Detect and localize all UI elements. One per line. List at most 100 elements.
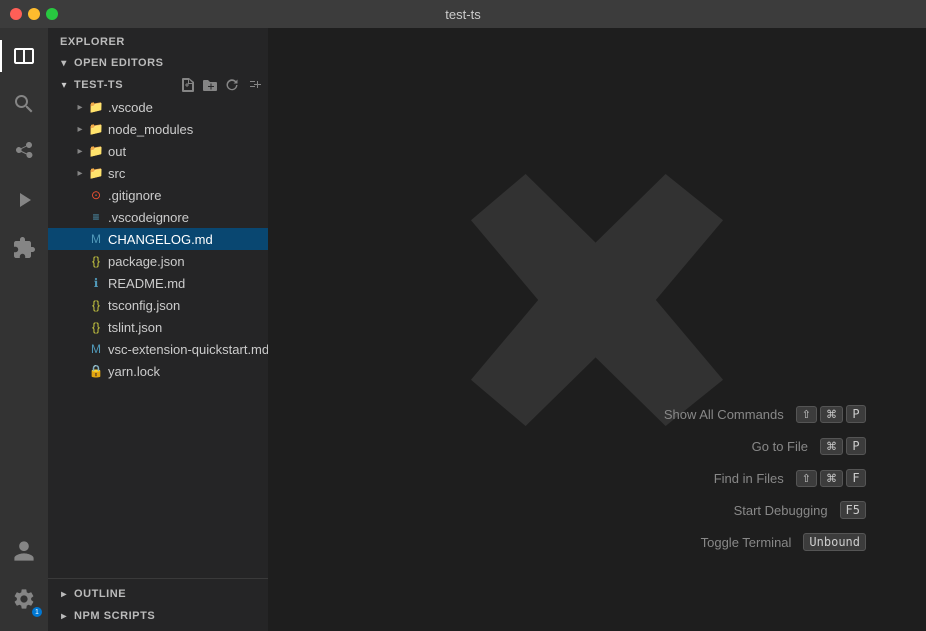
toggle-terminal-label: Toggle Terminal <box>701 535 792 550</box>
title-bar: test-ts <box>0 0 926 28</box>
extensions-activity-icon[interactable] <box>0 224 48 272</box>
spacer <box>72 187 88 203</box>
tree-item-gitignore[interactable]: ⊙ .gitignore <box>48 184 268 206</box>
main-content: Show All Commands ⇧ ⌘ P Go to File ⌘ P F… <box>268 28 926 631</box>
close-button[interactable] <box>10 8 22 20</box>
file-name: out <box>108 144 126 159</box>
spacer <box>72 341 88 357</box>
new-file-icon[interactable] <box>178 75 198 95</box>
tree-item-readme[interactable]: ℹ README.md <box>48 272 268 294</box>
tree-item-changelog[interactable]: M CHANGELOG.md <box>48 228 268 250</box>
activity-bar-bottom: 1 <box>0 527 48 631</box>
folder-chevron: ▸ <box>72 143 88 159</box>
tree-item-vscodeignore[interactable]: ≡ .vscodeignore <box>48 206 268 228</box>
shortcut-start-debug: Start Debugging F5 <box>664 501 866 519</box>
file-name: CHANGELOG.md <box>108 232 213 247</box>
spacer <box>72 275 88 291</box>
tree-item-package-json[interactable]: {} package.json <box>48 250 268 272</box>
project-toolbar: TEST-TS <box>48 74 268 96</box>
vscode-icon: ≡ <box>88 209 104 225</box>
lock-icon: 🔒 <box>88 363 104 379</box>
open-editors-toggle[interactable]: Open Editors <box>48 52 268 74</box>
file-name: src <box>108 166 125 181</box>
show-commands-label: Show All Commands <box>664 407 784 422</box>
goto-file-label: Go to File <box>752 439 808 454</box>
start-debug-keys: F5 <box>840 501 866 519</box>
tree-item-src[interactable]: ▸ 📁 src <box>48 162 268 184</box>
spacer <box>72 231 88 247</box>
key-cmd: ⌘ <box>820 470 843 487</box>
toggle-terminal-keys: Unbound <box>803 533 866 551</box>
key-unbound: Unbound <box>803 533 866 551</box>
file-name: node_modules <box>108 122 193 137</box>
file-name: .gitignore <box>108 188 161 203</box>
open-editors-label: Open Editors <box>74 57 164 69</box>
minimize-button[interactable] <box>28 8 40 20</box>
json-icon: {} <box>88 319 104 335</box>
settings-activity-icon[interactable]: 1 <box>0 575 48 623</box>
explorer-activity-icon[interactable] <box>0 32 48 80</box>
run-activity-icon[interactable] <box>0 176 48 224</box>
maximize-button[interactable] <box>46 8 58 20</box>
open-editors-chevron <box>56 55 72 71</box>
tree-item-out[interactable]: ▸ 📁 out <box>48 140 268 162</box>
npm-chevron <box>56 608 72 624</box>
start-debug-label: Start Debugging <box>734 503 828 518</box>
shortcuts-panel: Show All Commands ⇧ ⌘ P Go to File ⌘ P F… <box>664 405 866 551</box>
collapse-icon[interactable] <box>244 75 264 95</box>
project-chevron <box>56 77 72 93</box>
tree-item-node-modules[interactable]: ▸ 📁 node_modules <box>48 118 268 140</box>
npm-label: NPM Scripts <box>74 610 155 622</box>
shortcut-goto-file: Go to File ⌘ P <box>664 437 866 455</box>
search-activity-icon[interactable] <box>0 80 48 128</box>
tree-item-tslint[interactable]: {} tslint.json <box>48 316 268 338</box>
find-files-label: Find in Files <box>714 471 784 486</box>
file-name: tslint.json <box>108 320 162 335</box>
key-shift: ⇧ <box>796 470 817 487</box>
refresh-icon[interactable] <box>222 75 242 95</box>
folder-icon: 📁 <box>88 99 104 115</box>
outline-section[interactable]: Outline <box>48 583 268 605</box>
shortcut-toggle-terminal: Toggle Terminal Unbound <box>664 533 866 551</box>
file-name: yarn.lock <box>108 364 160 379</box>
tree-item-vsc-quickstart[interactable]: M vsc-extension-quickstart.md <box>48 338 268 360</box>
project-section: TEST-TS <box>48 74 268 96</box>
window-title: test-ts <box>445 7 480 22</box>
npm-scripts-section[interactable]: NPM Scripts <box>48 605 268 627</box>
git-icon: ⊙ <box>88 187 104 203</box>
spacer <box>72 363 88 379</box>
tree-item-yarn-lock[interactable]: 🔒 yarn.lock <box>48 360 268 382</box>
file-name: README.md <box>108 276 185 291</box>
project-name: TEST-TS <box>74 79 178 91</box>
key-f5: F5 <box>840 501 866 519</box>
find-files-keys: ⇧ ⌘ F <box>796 469 866 487</box>
key-p: P <box>846 437 866 455</box>
accounts-activity-icon[interactable] <box>0 527 48 575</box>
spacer <box>72 297 88 313</box>
md-icon: M <box>88 341 104 357</box>
folder-icon: 📁 <box>88 121 104 137</box>
shortcut-find-files: Find in Files ⇧ ⌘ F <box>664 469 866 487</box>
folder-chevron: ▸ <box>72 121 88 137</box>
new-folder-icon[interactable] <box>200 75 220 95</box>
vscode-logo <box>457 160 737 440</box>
md-icon: ℹ <box>88 275 104 291</box>
key-p: P <box>846 405 866 423</box>
json-icon: {} <box>88 253 104 269</box>
shortcut-show-commands: Show All Commands ⇧ ⌘ P <box>664 405 866 423</box>
file-name: .vscode <box>108 100 153 115</box>
file-name: package.json <box>108 254 185 269</box>
key-f: F <box>846 469 866 487</box>
md-icon: M <box>88 231 104 247</box>
folder-chevron: ▸ <box>72 99 88 115</box>
spacer <box>72 209 88 225</box>
file-name: .vscodeignore <box>108 210 189 225</box>
file-name: vsc-extension-quickstart.md <box>108 342 268 357</box>
settings-badge: 1 <box>32 607 42 617</box>
outline-label: Outline <box>74 588 126 600</box>
folder-icon: 📁 <box>88 165 104 181</box>
file-name: tsconfig.json <box>108 298 180 313</box>
source-control-activity-icon[interactable] <box>0 128 48 176</box>
tree-item-tsconfig[interactable]: {} tsconfig.json <box>48 294 268 316</box>
tree-item-vscode[interactable]: ▸ 📁 .vscode <box>48 96 268 118</box>
